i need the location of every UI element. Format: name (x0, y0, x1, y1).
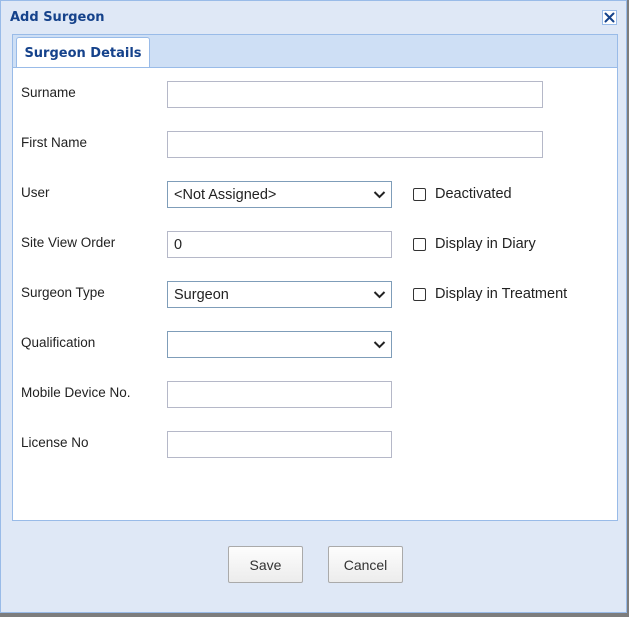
surgeon-type-label: Surgeon Type (21, 285, 105, 300)
user-select[interactable]: <Not Assigned> (167, 181, 392, 208)
tab-strip: Surgeon Details (12, 34, 618, 68)
display-in-diary-checkbox[interactable]: Display in Diary (413, 236, 536, 252)
qualification-label: Qualification (21, 335, 96, 350)
deactivated-label: Deactivated (435, 186, 512, 202)
chevron-down-icon (373, 291, 386, 299)
tab-surgeon-details[interactable]: Surgeon Details (16, 37, 150, 68)
display-in-diary-checkbox-box[interactable] (413, 237, 426, 251)
license-no-input[interactable] (167, 431, 392, 458)
add-surgeon-dialog: Add Surgeon Surgeon Details Surname Firs… (0, 0, 627, 613)
surgeon-details-panel: Surname First Name User <Not Assigned> D… (12, 67, 618, 521)
display-in-treatment-checkbox-box[interactable] (413, 287, 426, 301)
qualification-select[interactable] (167, 331, 392, 358)
surgeon-type-select[interactable]: Surgeon (167, 281, 392, 308)
dialog-titlebar: Add Surgeon (1, 1, 626, 33)
surname-label: Surname (21, 85, 76, 100)
chevron-down-icon (373, 341, 386, 349)
display-in-treatment-label: Display in Treatment (435, 286, 568, 302)
tab-label: Surgeon Details (24, 45, 142, 61)
dialog-title: Add Surgeon (10, 10, 105, 25)
save-button[interactable]: Save (228, 546, 303, 583)
license-no-label: License No (21, 435, 89, 450)
surgeon-type-select-value: Surgeon (174, 286, 229, 303)
chevron-down-icon (373, 191, 386, 199)
deactivated-checkbox-box[interactable] (413, 187, 426, 201)
site-view-order-input[interactable]: 0 (167, 231, 392, 258)
user-label: User (21, 185, 50, 200)
display-in-treatment-checkbox[interactable]: Display in Treatment (413, 286, 567, 302)
display-in-diary-label: Display in Diary (435, 236, 536, 252)
close-button[interactable] (602, 10, 617, 25)
close-icon (604, 12, 615, 23)
mobile-device-no-label: Mobile Device No. (21, 385, 131, 400)
first-name-label: First Name (21, 135, 88, 150)
mobile-device-no-input[interactable] (167, 381, 392, 408)
deactivated-checkbox[interactable]: Deactivated (413, 186, 512, 202)
cancel-button[interactable]: Cancel (328, 546, 403, 583)
user-select-value: <Not Assigned> (174, 186, 277, 203)
first-name-input[interactable] (167, 131, 543, 158)
site-view-order-label: Site View Order (21, 235, 116, 250)
surname-input[interactable] (167, 81, 543, 108)
